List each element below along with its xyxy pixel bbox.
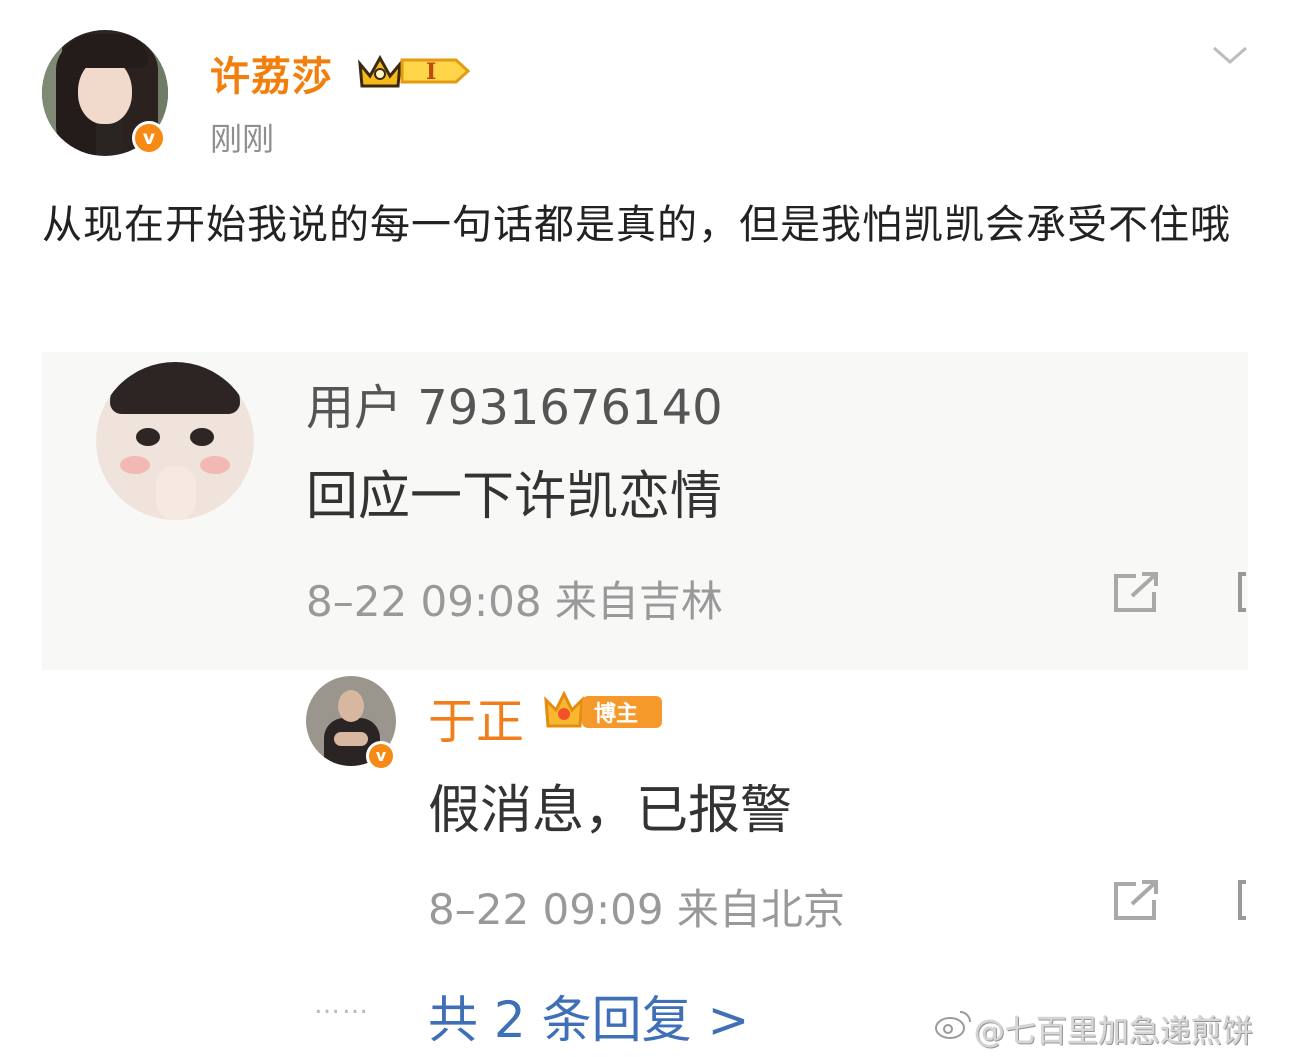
post-time: 刚刚 (210, 120, 275, 158)
reply-meta: 8–22 09:09 来自北京 (428, 885, 845, 934)
post-text: 从现在开始我说的每一句话都是真的，但是我怕凯凯会承受不住哦 (42, 202, 1231, 248)
ellipsis: …… (314, 990, 370, 1020)
author-name[interactable]: 许荔莎 (210, 44, 333, 102)
reply-text: 假消息，已报警 (428, 781, 793, 841)
comment-meta: 8–22 09:08 来自吉林 (306, 577, 723, 626)
share-icon (1114, 572, 1158, 612)
blogger-badge-text: 博主 (594, 701, 638, 727)
commenter-name: 用户 7931676140 (306, 380, 723, 436)
chevron-down-icon[interactable] (1210, 40, 1250, 70)
verified-icon: v (366, 741, 396, 771)
more-replies-link: 共 2 条回复 > (428, 991, 750, 1049)
crown-icon: I (358, 54, 470, 88)
level-badge-text: I (426, 59, 436, 85)
replier-name: 于正 (428, 694, 525, 750)
comment-text: 回应一下许凯恋情 (306, 467, 723, 527)
cropped-icon (1238, 572, 1246, 612)
share-icon (1114, 880, 1158, 920)
commenter-avatar (96, 362, 254, 520)
cropped-icon (1238, 880, 1246, 920)
blogger-badge: 博主 (544, 690, 662, 728)
verified-icon: v (132, 121, 166, 155)
watermark: @七百里加急递煎饼 (974, 1014, 1253, 1050)
